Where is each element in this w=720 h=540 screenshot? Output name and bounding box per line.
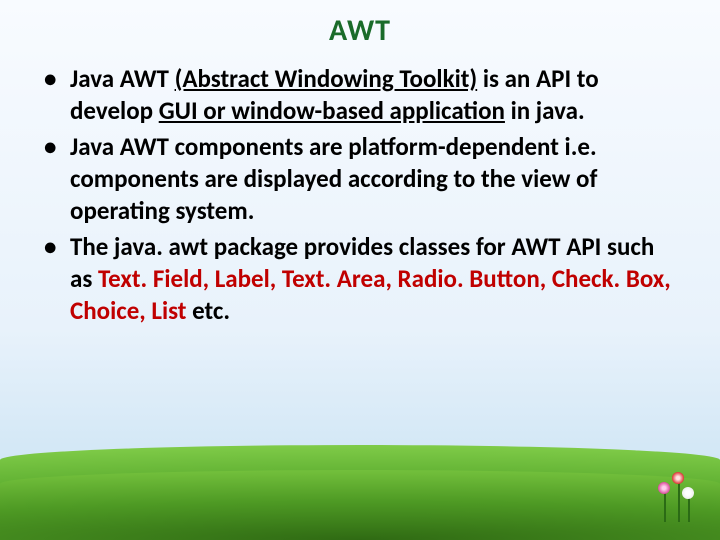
bullet-item: Java AWT components are platform-depende… [38,131,682,227]
bullet-list: Java AWT (Abstract Windowing Toolkit) is… [30,63,690,327]
slide-content: AWT Java AWT (Abstract Windowing Toolkit… [0,0,720,327]
underlined-text: GUI or window-based application [159,95,505,126]
text-segment: Java AWT components are platform-depende… [70,131,597,226]
bullet-item: Java AWT (Abstract Windowing Toolkit) is… [38,63,682,127]
flower-icon [654,472,698,522]
text-segment: in java. [505,95,585,126]
text-segment: Java AWT [70,63,175,94]
slide-title: AWT [30,12,690,49]
highlighted-text: Text. Field, Label, Text. Area, Radio. B… [70,263,671,326]
bullet-item: The java. awt package provides classes f… [38,231,682,327]
text-segment: etc. [192,295,230,326]
underlined-text: (Abstract Windowing Toolkit) [175,63,478,94]
background-grass-front [0,470,720,540]
